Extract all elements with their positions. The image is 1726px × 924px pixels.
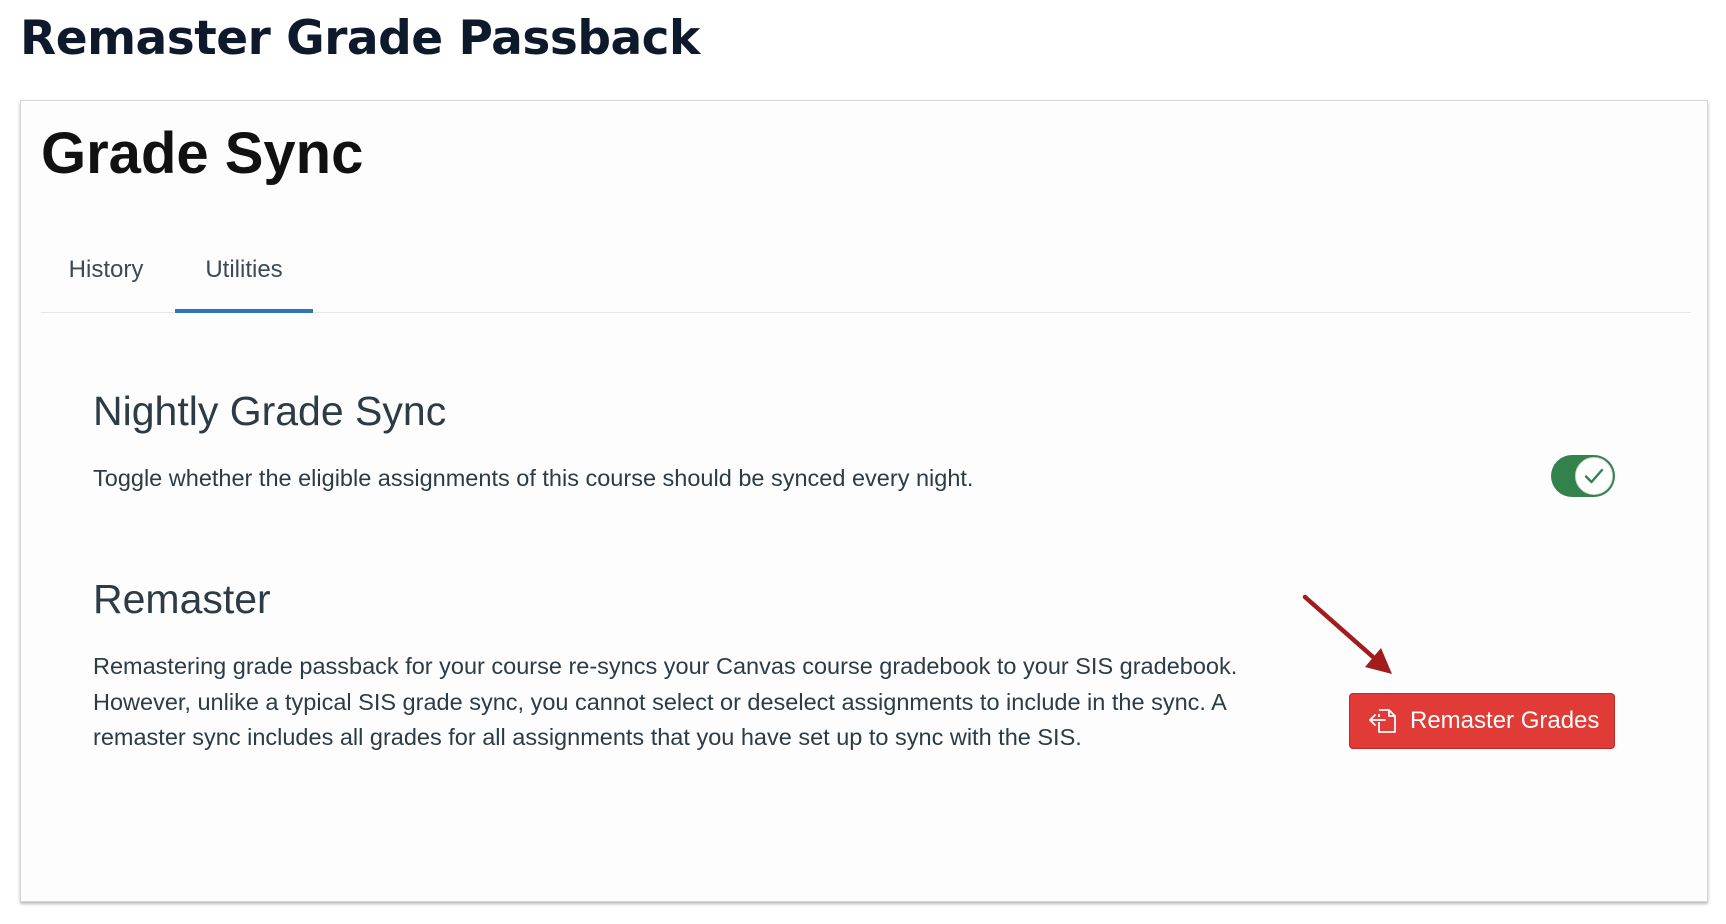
nightly-sync-heading: Nightly Grade Sync (93, 388, 447, 434)
remaster-heading: Remaster (93, 576, 271, 622)
tab-history[interactable]: History (41, 241, 171, 313)
remaster-description: Remastering grade passback for your cour… (93, 653, 1238, 750)
toggle-knob (1575, 457, 1613, 495)
remaster-grades-label: Remaster Grades (1410, 707, 1600, 734)
tab-utilities[interactable]: Utilities (175, 241, 313, 313)
screenshot-frame: Grade Sync History Utilities Nightly Gra… (20, 100, 1708, 902)
tab-bar: History Utilities (41, 241, 1691, 313)
red-arrow-icon (1302, 594, 1392, 674)
import-icon (1369, 709, 1396, 733)
checkmark-icon (1584, 468, 1604, 484)
nightly-sync-description: Toggle whether the eligible assignments … (93, 465, 974, 491)
page-heading: Remaster Grade Passback (20, 11, 700, 66)
nightly-sync-toggle[interactable] (1551, 455, 1615, 497)
remaster-grades-button[interactable]: Remaster Grades (1349, 693, 1615, 749)
app-title: Grade Sync (41, 121, 364, 186)
